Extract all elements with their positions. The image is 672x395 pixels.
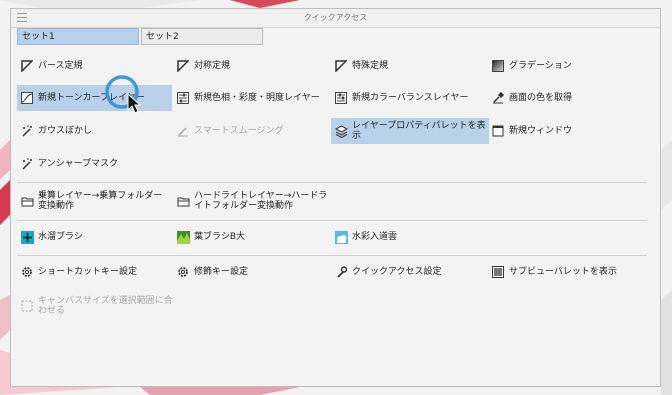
gear-icon — [20, 265, 34, 279]
image-palette-icon — [491, 265, 505, 279]
section-divider — [17, 182, 647, 183]
quick-access-panel: クイックアクセス セット1 セット2 パース定規 対称定規 特殊定規 グラデーシ… — [10, 8, 661, 387]
eyedropper-icon — [491, 91, 505, 105]
smart-smoothing-button: スマートスムージング — [173, 118, 328, 144]
smart-smoothing-label: スマートスムージング — [194, 126, 284, 136]
water-brush-button[interactable]: 水溜ブラシ — [17, 224, 172, 250]
canvas-size-to-selection-label: キャンバスサイズを選択範囲に合わせる — [38, 296, 173, 316]
filter-wand-icon — [20, 124, 34, 138]
modifier-key-settings-button[interactable]: 修飾キー設定 — [173, 259, 328, 285]
folder-action-icon — [176, 194, 190, 208]
filter-wand-icon — [20, 157, 34, 171]
layer-property-palette-button[interactable]: レイヤープロパティパレットを表示 — [331, 118, 489, 144]
watercolor-cloud-label: 水彩入道雲 — [352, 232, 398, 242]
sub-view-palette-button[interactable]: サブビューパレットを表示 — [488, 259, 643, 285]
symmetry-ruler-button[interactable]: 対称定規 — [173, 53, 328, 79]
gradation-label: グラデーション — [509, 61, 572, 71]
shortcut-settings-label: ショートカットキー設定 — [38, 267, 138, 277]
color-balance-icon — [334, 91, 348, 105]
new-window-button[interactable]: 新規ウィンドウ — [488, 118, 643, 144]
layer-stack-icon — [334, 124, 348, 138]
pen-icon — [176, 124, 190, 138]
new-color-balance-layer-label: 新規カラーバランスレイヤー — [352, 93, 469, 103]
multiply-layer-folder-label: 乗算レイヤー→乗算フォルダー変換動作 — [38, 191, 163, 211]
hardlight-layer-folder-label: ハードライトレイヤー→ハードライトフォルダー変換動作 — [194, 191, 328, 211]
watercolor-cloud-button[interactable]: 水彩入道雲 — [331, 224, 486, 250]
new-color-balance-layer-button[interactable]: 新規カラーバランスレイヤー — [331, 85, 486, 111]
panel-title: クイックアクセス — [303, 13, 368, 22]
layer-property-palette-label: レイヤープロパティパレットを表示 — [352, 121, 486, 141]
ruler-triangle-icon — [176, 59, 190, 73]
new-hue-saturation-layer-button[interactable]: 新規色相・彩度・明度レイヤー — [173, 85, 328, 111]
gear-icon — [176, 265, 190, 279]
folder-action-icon — [20, 194, 34, 208]
water-brush-icon — [20, 230, 34, 244]
mouse-cursor-icon — [105, 75, 142, 114]
new-hue-saturation-layer-label: 新規色相・彩度・明度レイヤー — [194, 93, 320, 103]
ruler-triangle-icon — [20, 59, 34, 73]
shortcut-settings-button[interactable]: ショートカットキー設定 — [17, 259, 172, 285]
modifier-key-settings-label: 修飾キー設定 — [194, 267, 249, 277]
gradation-button[interactable]: グラデーション — [488, 53, 643, 79]
symmetry-ruler-label: 対称定規 — [194, 61, 231, 71]
canvas-resize-icon — [20, 299, 34, 313]
water-brush-label: 水溜ブラシ — [38, 232, 83, 242]
leaf-brush-label: 葉ブラシB大 — [194, 232, 245, 242]
leaf-brush-icon — [176, 230, 190, 244]
quick-access-settings-label: クイックアクセス設定 — [352, 267, 442, 277]
section-divider — [17, 255, 647, 256]
canvas-size-to-selection-button: キャンバスサイズを選択範囲に合わせる — [17, 291, 177, 321]
hardlight-layer-folder-button[interactable]: ハードライトレイヤー→ハードライトフォルダー変換動作 — [173, 186, 333, 216]
tone-curve-icon — [20, 91, 34, 105]
hue-adjust-icon — [176, 91, 190, 105]
leaf-brush-button[interactable]: 葉ブラシB大 — [173, 224, 328, 250]
tab-set2[interactable]: セット2 — [141, 28, 263, 45]
tab-set1[interactable]: セット1 — [17, 28, 139, 45]
section-divider — [17, 220, 647, 221]
get-screen-color-button[interactable]: 画面の色を取得 — [488, 85, 643, 111]
get-screen-color-label: 画面の色を取得 — [509, 93, 573, 103]
panel-titlebar: クイックアクセス — [11, 9, 660, 28]
window-icon — [491, 124, 505, 138]
sub-view-palette-label: サブビューパレットを表示 — [509, 267, 617, 277]
gradation-icon — [491, 59, 505, 73]
cloud-brush-icon — [334, 230, 348, 244]
ruler-triangle-icon — [334, 59, 348, 73]
multiply-layer-folder-button[interactable]: 乗算レイヤー→乗算フォルダー変換動作 — [17, 186, 172, 216]
unsharp-mask-button[interactable]: アンシャープマスク — [17, 151, 172, 177]
special-ruler-label: 特殊定規 — [352, 61, 389, 71]
gaussian-blur-label: ガウスぼかし — [38, 126, 93, 136]
wrench-icon — [334, 265, 348, 279]
unsharp-mask-label: アンシャープマスク — [38, 159, 119, 169]
new-window-label: 新規ウィンドウ — [509, 126, 573, 136]
perspective-ruler-label: パース定規 — [38, 61, 83, 71]
quick-access-settings-button[interactable]: クイックアクセス設定 — [331, 259, 486, 285]
special-ruler-button[interactable]: 特殊定規 — [331, 53, 486, 79]
